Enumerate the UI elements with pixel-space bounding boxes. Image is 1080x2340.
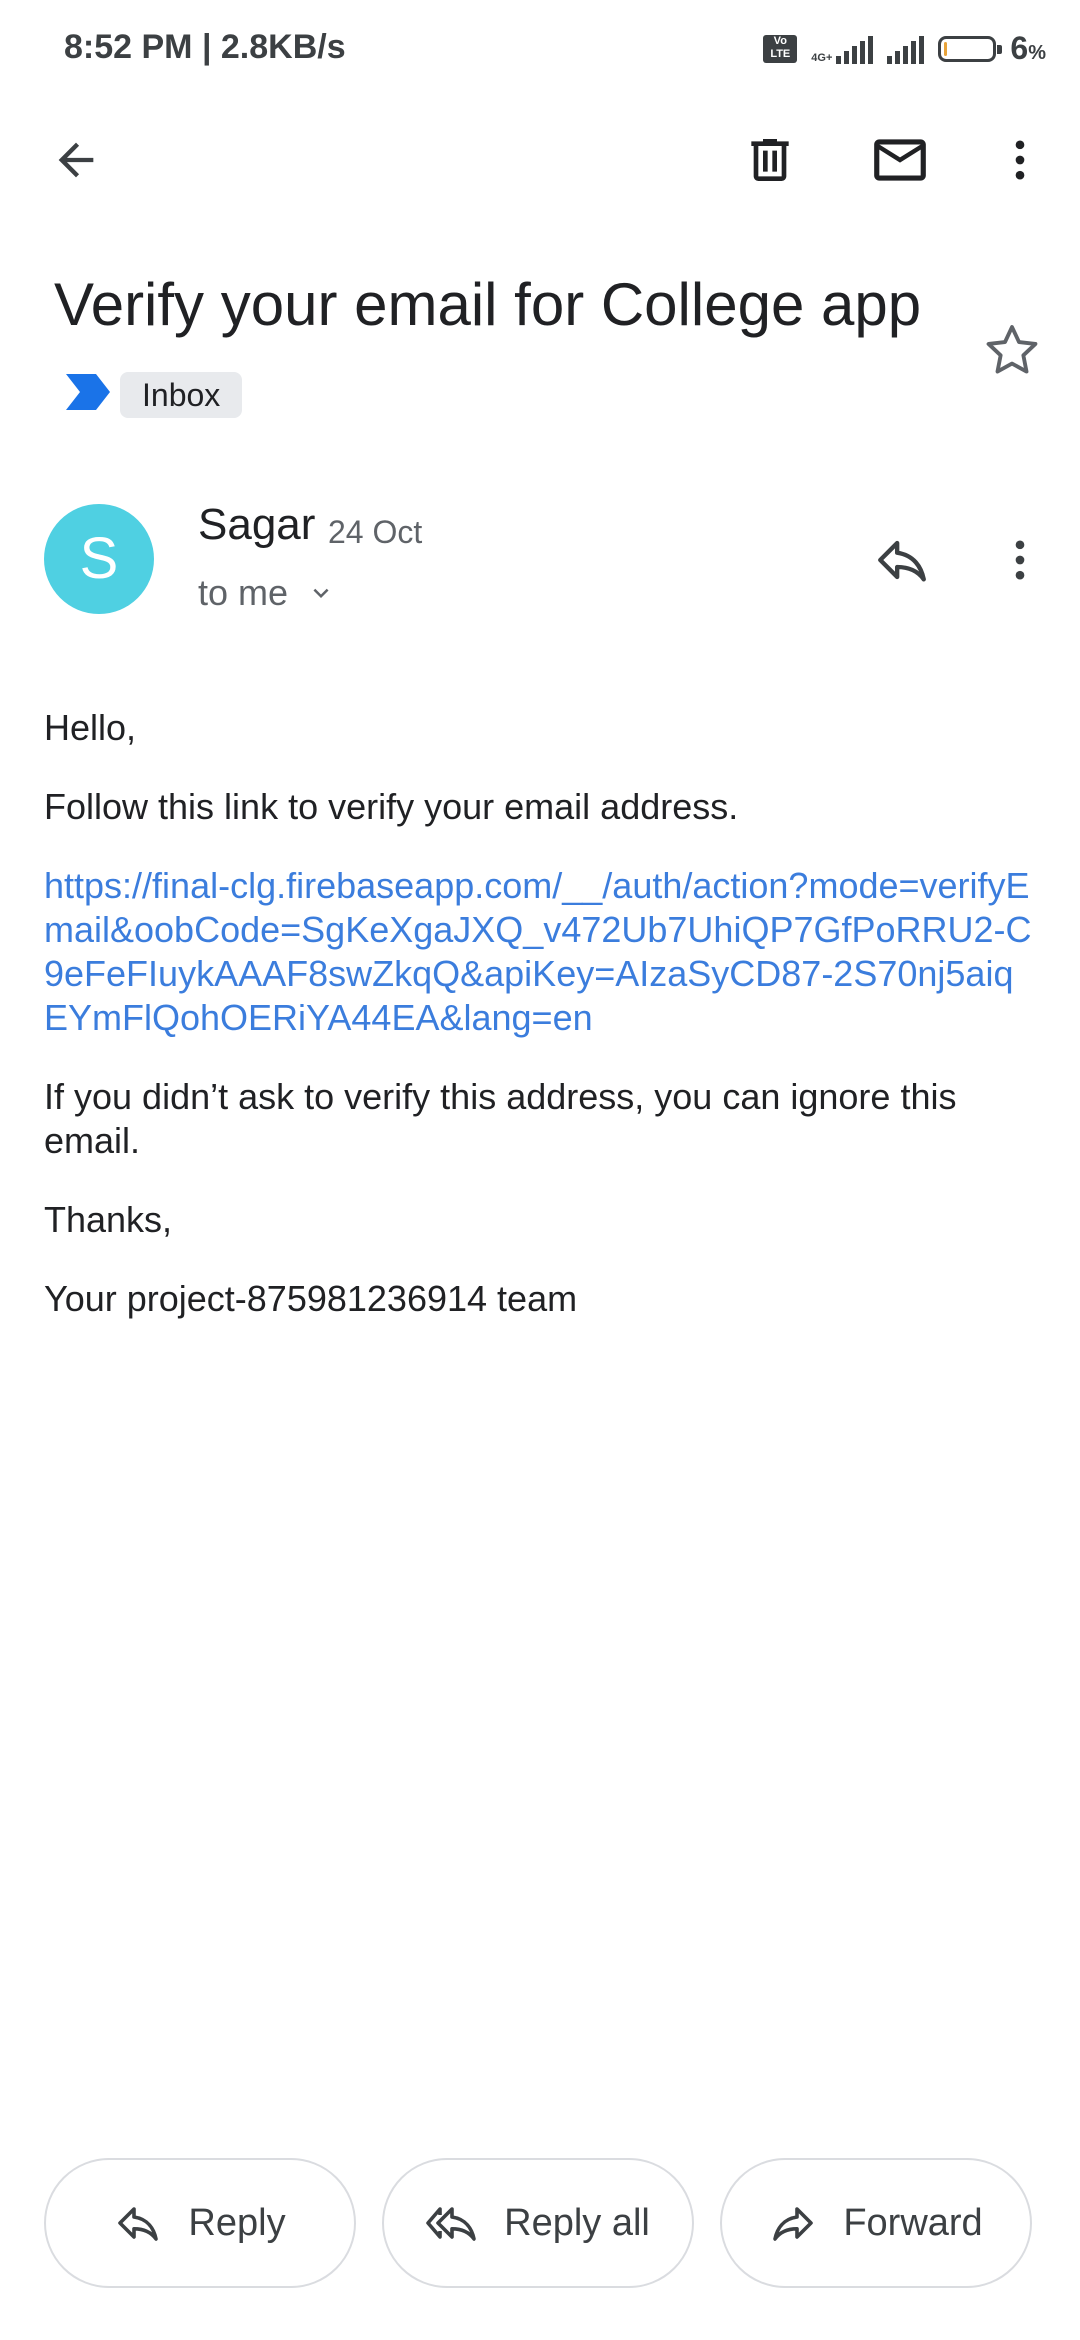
label-chip-inbox[interactable]: Inbox	[120, 372, 243, 418]
sender-avatar[interactable]: S	[44, 504, 154, 614]
reply-all-button[interactable]: Reply all	[382, 2158, 694, 2288]
back-button[interactable]	[40, 124, 112, 196]
important-marker-icon[interactable]	[64, 372, 112, 417]
sender-name: Sagar	[198, 500, 316, 549]
ignore-note-text: If you didn’t ask to verify this address…	[44, 1076, 957, 1161]
instruction-text: Follow this link to verify your email ad…	[44, 786, 739, 827]
more-vert-icon	[1015, 540, 1025, 580]
message-date: 24 Oct	[328, 514, 423, 550]
arrow-back-icon	[58, 142, 94, 178]
more-vert-icon	[1015, 140, 1025, 180]
reply-icon	[878, 540, 926, 582]
forward-button[interactable]: Forward	[720, 2158, 1032, 2288]
verification-link[interactable]: https://final-clg.firebaseapp.com/__/aut…	[44, 864, 1034, 1040]
greeting-text: Hello,	[44, 707, 137, 748]
forward-icon	[773, 2207, 814, 2241]
forward-label: Forward	[843, 2201, 983, 2244]
reply-icon	[118, 2207, 159, 2241]
signal-4g-icon: 4G+	[811, 34, 874, 64]
status-icons: Vo LTE 4G+ 6%	[763, 30, 1046, 67]
mark-unread-button[interactable]	[864, 124, 936, 196]
battery-percent: 6%	[1010, 30, 1046, 66]
signoff-text: Thanks,	[44, 1199, 173, 1240]
volte-icon: Vo LTE	[763, 34, 798, 63]
reply-all-icon	[426, 2207, 476, 2241]
recipient-label: to me	[198, 572, 289, 613]
star-button[interactable]	[976, 314, 1048, 386]
email-subject: Verify your email for College app	[54, 271, 922, 338]
reply-all-label: Reply all	[504, 2201, 650, 2244]
quick-reply-button[interactable]	[866, 524, 938, 596]
signal-icon	[887, 34, 925, 64]
reply-button[interactable]: Reply	[44, 2158, 356, 2288]
email-body: Hello, Follow this link to verify your e…	[44, 706, 1034, 1356]
more-options-button[interactable]	[984, 124, 1056, 196]
message-more-button[interactable]	[984, 524, 1056, 596]
reply-label: Reply	[188, 2201, 286, 2244]
signature-text: Your project-875981236914 team	[44, 1278, 578, 1319]
network-type-label: 4G+	[811, 51, 833, 64]
recipient-details-toggle[interactable]: to me	[198, 572, 336, 614]
delete-button[interactable]	[734, 124, 806, 196]
status-time: 8:52 PM | 2.8KB/s	[64, 28, 346, 66]
battery-icon	[938, 35, 1003, 62]
trash-icon	[751, 139, 789, 181]
battery-fill	[944, 41, 948, 56]
mail-icon	[874, 139, 926, 181]
chevron-down-icon	[313, 588, 329, 598]
star-outline-icon	[986, 325, 1038, 374]
